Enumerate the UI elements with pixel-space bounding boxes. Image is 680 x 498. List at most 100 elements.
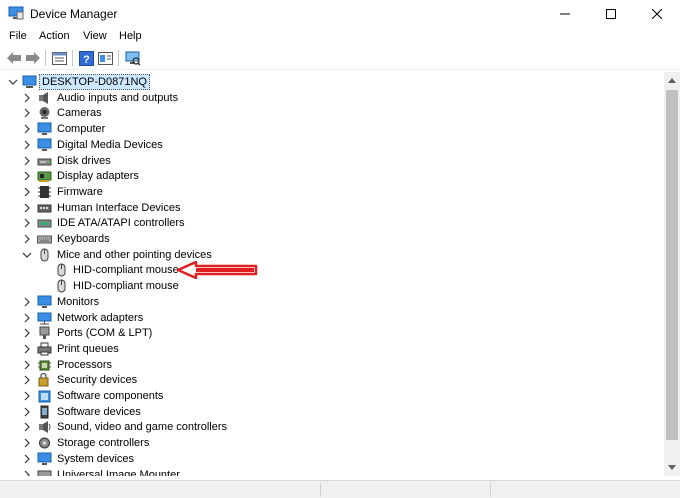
chevron-right-icon[interactable] bbox=[22, 344, 32, 354]
back-button[interactable] bbox=[5, 50, 22, 66]
storage-controller-icon bbox=[39, 437, 50, 449]
chevron-right-icon[interactable] bbox=[22, 360, 32, 370]
tree-category-label: Sound, video and game controllers bbox=[57, 421, 227, 433]
chevron-right-icon[interactable] bbox=[22, 297, 32, 307]
update-driver-icon bbox=[98, 51, 113, 65]
svg-text:?: ? bbox=[83, 54, 90, 66]
tree-category-audio-inputs-and-outputs[interactable]: Audio inputs and outputs bbox=[0, 90, 660, 106]
tree-root[interactable]: DESKTOP-D0871NQ bbox=[0, 74, 660, 90]
tree-category-human-interface-devices[interactable]: Human Interface Devices bbox=[0, 200, 660, 216]
tree-category-label: Audio inputs and outputs bbox=[57, 92, 179, 104]
camera-icon bbox=[39, 107, 50, 119]
tree-category-print-queues[interactable]: Print queues bbox=[0, 341, 660, 357]
properties-icon bbox=[52, 51, 67, 65]
tree-category-system-devices[interactable]: System devices bbox=[0, 451, 660, 467]
help-button[interactable]: ? bbox=[78, 50, 95, 66]
minimize-button[interactable] bbox=[542, 0, 588, 28]
chevron-down-icon[interactable] bbox=[22, 250, 32, 260]
scroll-down-button[interactable] bbox=[664, 460, 680, 476]
tree-category-security-devices[interactable]: Security devices bbox=[0, 372, 660, 388]
tree-device-hid-compliant-mouse[interactable]: HID-compliant mouse bbox=[0, 262, 660, 278]
tree-category-label: Digital Media Devices bbox=[57, 139, 163, 151]
menu-action[interactable]: Action bbox=[39, 30, 70, 42]
tree-category-processors[interactable]: Processors bbox=[0, 357, 660, 373]
chevron-right-icon[interactable] bbox=[22, 218, 32, 228]
chevron-right-icon[interactable] bbox=[22, 438, 32, 448]
scan-hardware-icon bbox=[125, 51, 141, 66]
computer-icon bbox=[22, 75, 37, 88]
menu-view[interactable]: View bbox=[83, 30, 107, 42]
chevron-right-icon[interactable] bbox=[22, 391, 32, 401]
scan-hardware-button[interactable] bbox=[124, 50, 141, 66]
chevron-right-icon[interactable] bbox=[22, 140, 32, 150]
tree-category-label: Disk drives bbox=[57, 155, 111, 167]
tree-category-ide-ata-atapi-controllers[interactable]: IDE ATA/ATAPI controllers bbox=[0, 215, 660, 231]
image-mounter-icon bbox=[37, 470, 52, 476]
tree-category-computer[interactable]: Computer bbox=[0, 121, 660, 137]
menu-file[interactable]: File bbox=[9, 30, 27, 42]
chevron-right-icon[interactable] bbox=[22, 313, 32, 323]
firmware-icon bbox=[38, 186, 51, 198]
tree-category-network-adapters[interactable]: Network adapters bbox=[0, 310, 660, 326]
chevron-right-icon[interactable] bbox=[22, 203, 32, 213]
tree-category-sound-video-and-game-controllers[interactable]: Sound, video and game controllers bbox=[0, 419, 660, 435]
tree-category-label: Computer bbox=[57, 123, 106, 135]
chevron-right-icon[interactable] bbox=[22, 124, 32, 134]
tree-category-storage-controllers[interactable]: Storage controllers bbox=[0, 435, 660, 451]
chevron-right-icon[interactable] bbox=[22, 93, 32, 103]
keyboard-icon bbox=[37, 235, 52, 244]
tree-category-keyboards[interactable]: Keyboards bbox=[0, 231, 660, 247]
tree-category-cameras[interactable]: Cameras bbox=[0, 105, 660, 121]
chevron-right-icon[interactable] bbox=[22, 328, 32, 338]
tree-category-label: Storage controllers bbox=[57, 437, 150, 449]
vertical-scrollbar[interactable] bbox=[664, 72, 680, 476]
tree-category-mice-and-other-pointing-devices[interactable]: Mice and other pointing devices bbox=[0, 247, 660, 263]
tree-category-label: Mice and other pointing devices bbox=[57, 249, 212, 261]
title-bar: Device Manager bbox=[0, 0, 680, 28]
toolbar-separator bbox=[118, 50, 119, 66]
status-segment bbox=[320, 483, 321, 497]
tree-category-universal-image-mounter[interactable]: Universal Image Mounter bbox=[0, 467, 660, 476]
security-device-icon bbox=[38, 373, 49, 387]
tree-category-label: Cameras bbox=[57, 107, 102, 119]
chevron-right-icon[interactable] bbox=[22, 187, 32, 197]
printer-icon bbox=[37, 342, 52, 356]
chevron-right-icon[interactable] bbox=[22, 454, 32, 464]
chevron-right-icon[interactable] bbox=[22, 422, 32, 432]
tree-category-display-adapters[interactable]: Display adapters bbox=[0, 168, 660, 184]
software-device-icon bbox=[40, 405, 49, 419]
chevron-right-icon[interactable] bbox=[22, 470, 32, 476]
tree-category-label: Processors bbox=[57, 359, 113, 371]
display-adapter-icon bbox=[37, 171, 52, 182]
menu-help[interactable]: Help bbox=[119, 30, 142, 42]
help-icon: ? bbox=[79, 50, 94, 66]
tree-category-label: Universal Image Mounter bbox=[57, 469, 180, 476]
scrollbar-thumb[interactable] bbox=[666, 90, 678, 440]
scroll-up-button[interactable] bbox=[664, 72, 680, 88]
tree-category-software-components[interactable]: Software components bbox=[0, 388, 660, 404]
chevron-right-icon[interactable] bbox=[22, 171, 32, 181]
tree-category-disk-drives[interactable]: Disk drives bbox=[0, 153, 660, 169]
tree-category-label: Monitors bbox=[57, 296, 100, 308]
maximize-button[interactable] bbox=[588, 0, 634, 28]
properties-button[interactable] bbox=[51, 50, 68, 66]
chevron-down-icon[interactable] bbox=[8, 77, 18, 87]
tree-category-monitors[interactable]: Monitors bbox=[0, 294, 660, 310]
tree-category-digital-media-devices[interactable]: Digital Media Devices bbox=[0, 137, 660, 153]
chevron-right-icon[interactable] bbox=[22, 375, 32, 385]
update-driver-button[interactable] bbox=[97, 50, 114, 66]
chevron-right-icon[interactable] bbox=[22, 156, 32, 166]
close-button[interactable] bbox=[634, 0, 680, 28]
disk-drive-icon bbox=[37, 158, 52, 166]
tree-category-software-devices[interactable]: Software devices bbox=[0, 404, 660, 420]
port-icon bbox=[39, 326, 50, 339]
chevron-right-icon[interactable] bbox=[22, 108, 32, 118]
chevron-right-icon[interactable] bbox=[22, 407, 32, 417]
device-manager-icon bbox=[8, 6, 24, 20]
tree-category-ports-com-lpt[interactable]: Ports (COM & LPT) bbox=[0, 325, 660, 341]
tree-category-firmware[interactable]: Firmware bbox=[0, 184, 660, 200]
tree-device-hid-compliant-mouse[interactable]: HID-compliant mouse bbox=[0, 278, 660, 294]
toolbar-separator bbox=[45, 50, 46, 66]
chevron-right-icon[interactable] bbox=[22, 234, 32, 244]
forward-button[interactable] bbox=[24, 50, 41, 66]
